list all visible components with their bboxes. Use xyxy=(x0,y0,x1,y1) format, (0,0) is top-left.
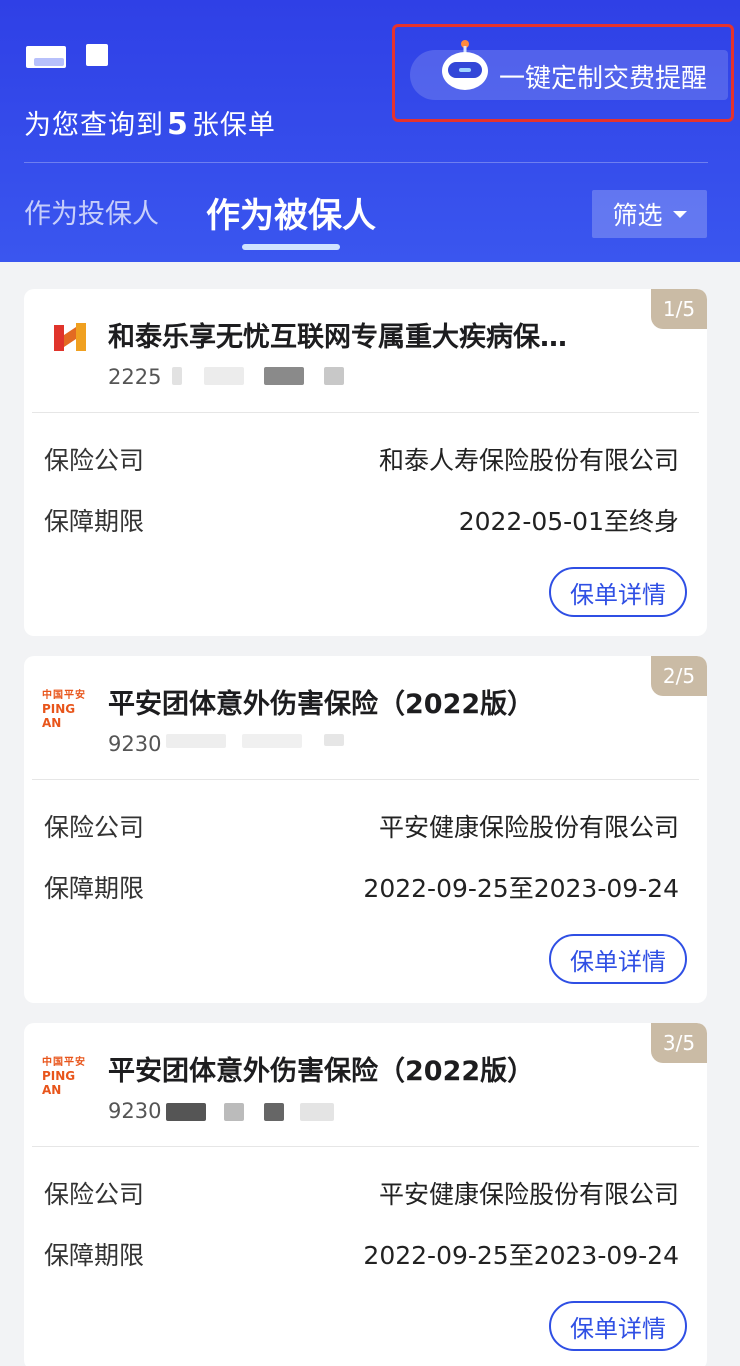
header-divider xyxy=(24,162,708,163)
hetai-logo-icon xyxy=(54,323,86,351)
active-tab-indicator xyxy=(242,244,340,250)
redaction-mask xyxy=(166,734,226,748)
policy-number: 2225 xyxy=(108,365,161,389)
policy-card[interactable]: 3/5 中国平安 PING AN 平安团体意外伤害保险（2022版） 9230 … xyxy=(24,1023,707,1366)
company-value: 平安健康保险股份有限公司 xyxy=(378,1180,679,1209)
policy-number-prefix: 9230 xyxy=(108,1099,162,1123)
policy-index-badge: 1/5 xyxy=(651,289,707,329)
tab-as-insured[interactable]: 作为被保人 xyxy=(206,188,376,237)
policy-index-badge: 3/5 xyxy=(651,1023,707,1063)
logo-text-en: PING AN xyxy=(42,1069,76,1097)
period-label: 保障期限 xyxy=(44,874,145,903)
redaction-mask xyxy=(204,367,244,385)
filter-button[interactable]: 筛选 xyxy=(592,190,707,238)
policy-title: 平安团体意外伤害保险（2022版） xyxy=(108,1056,535,1087)
logo-text-en: PING AN xyxy=(42,702,76,730)
period-value: 2022-09-25至2023-09-24 xyxy=(363,1241,679,1270)
redaction-mask xyxy=(166,1103,206,1121)
period-label: 保障期限 xyxy=(44,507,145,536)
logo-text-cn: 中国平安 xyxy=(42,690,86,701)
redaction-mask xyxy=(264,367,304,385)
chevron-down-icon xyxy=(672,210,687,218)
policy-number-prefix: 9230 xyxy=(108,732,162,756)
redaction-mask xyxy=(242,734,302,748)
policy-number-prefix: 2225 xyxy=(108,365,162,389)
card-divider xyxy=(32,412,699,413)
header: 为您查询到 5 张保单 一键定制交费提醒 作为投保人 作为被保人 筛选 xyxy=(0,0,740,262)
company-label: 保险公司 xyxy=(44,446,145,475)
policy-count: 5 xyxy=(167,107,189,142)
redaction-mask xyxy=(172,367,182,385)
policy-detail-button[interactable]: 保单详情 xyxy=(549,567,687,617)
policy-card[interactable]: 2/5 中国平安 PING AN 平安团体意外伤害保险（2022版） 9230 … xyxy=(24,656,707,1003)
redaction-mask xyxy=(324,734,344,746)
redaction-mask xyxy=(300,1103,334,1121)
masked-user-name xyxy=(26,42,146,72)
period-value: 2022-05-01至终身 xyxy=(458,507,679,536)
company-label: 保险公司 xyxy=(44,813,145,842)
policy-number: 9230 xyxy=(108,1099,161,1123)
pingan-logo-icon: 中国平安 PING AN xyxy=(42,690,94,730)
policy-detail-button[interactable]: 保单详情 xyxy=(549,934,687,984)
redaction-mask xyxy=(224,1103,244,1121)
policy-detail-button[interactable]: 保单详情 xyxy=(549,1301,687,1351)
policy-summary: 为您查询到 5 张保单 xyxy=(24,103,276,142)
period-value: 2022-09-25至2023-09-24 xyxy=(363,874,679,903)
redaction-mask xyxy=(264,1103,284,1121)
company-value: 平安健康保险股份有限公司 xyxy=(378,813,679,842)
policy-title: 和泰乐享无忧互联网专属重大疾病保… xyxy=(108,322,567,353)
company-value: 和泰人寿保险股份有限公司 xyxy=(378,446,679,475)
summary-suffix: 张保单 xyxy=(191,110,276,141)
pingan-logo-icon: 中国平安 PING AN xyxy=(42,1057,94,1097)
logo-text-cn: 中国平安 xyxy=(42,1057,86,1068)
tab-as-policyholder[interactable]: 作为投保人 xyxy=(24,192,159,231)
card-divider xyxy=(32,1146,699,1147)
company-label: 保险公司 xyxy=(44,1180,145,1209)
policy-number: 9230 xyxy=(108,732,161,756)
policy-title: 平安团体意外伤害保险（2022版） xyxy=(108,689,535,720)
highlight-annotation xyxy=(392,24,734,122)
card-divider xyxy=(32,779,699,780)
period-label: 保障期限 xyxy=(44,1241,145,1270)
policy-index-badge: 2/5 xyxy=(651,656,707,696)
summary-prefix: 为您查询到 xyxy=(24,110,164,141)
redaction-mask xyxy=(324,367,344,385)
policy-card[interactable]: 1/5 和泰乐享无忧互联网专属重大疾病保… 2225 保险公司 和泰人寿保险股份… xyxy=(24,289,707,636)
filter-label: 筛选 xyxy=(612,201,663,230)
